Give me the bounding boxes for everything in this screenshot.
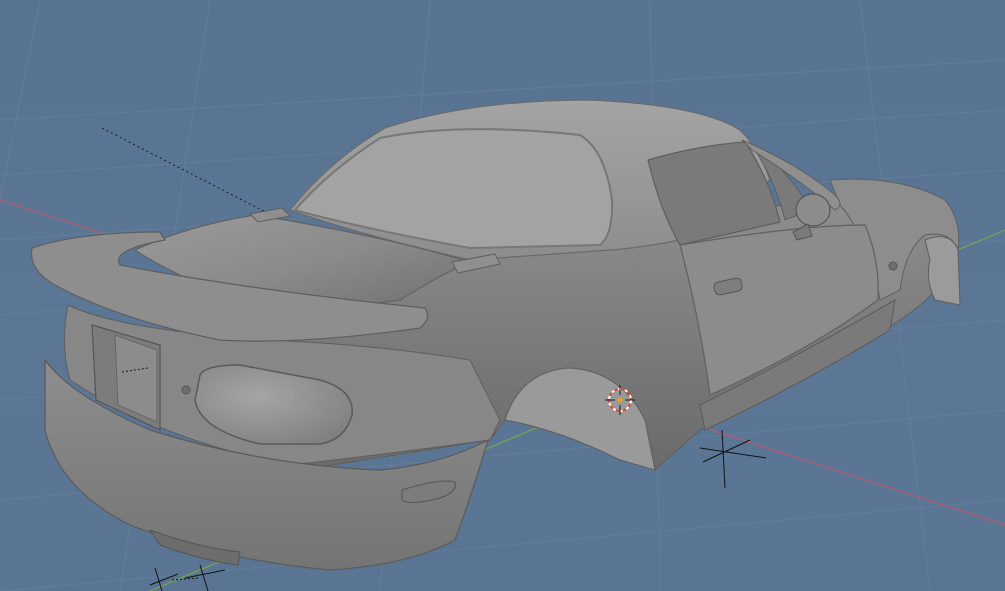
side-mirror	[795, 193, 831, 227]
car-body-mesh[interactable]	[30, 99, 961, 571]
empty-axes-wheel-icon[interactable]	[699, 429, 767, 489]
side-marker-light	[888, 261, 898, 271]
3d-viewport[interactable]	[0, 0, 1005, 591]
rear-bolt	[181, 385, 191, 395]
empty-axes-rear-icon[interactable]	[149, 564, 226, 591]
viewport-canvas[interactable]	[0, 0, 1005, 591]
